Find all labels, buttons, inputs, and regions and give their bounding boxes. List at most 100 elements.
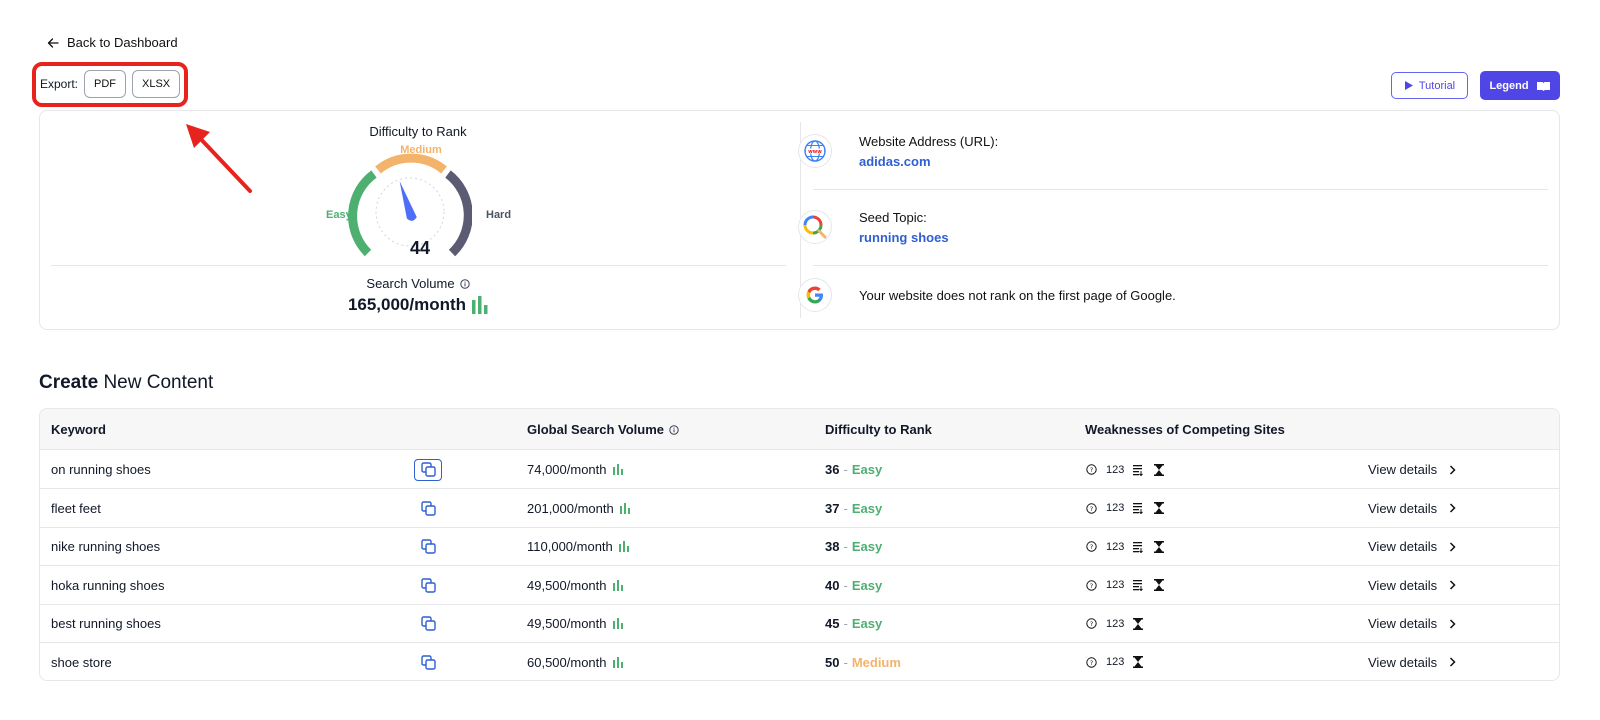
hourglass-icon	[1154, 463, 1165, 476]
info-icon[interactable]	[459, 278, 470, 289]
svg-text:www: www	[808, 149, 822, 155]
question-icon: ?	[1086, 618, 1097, 629]
difficulty-separator: -	[843, 616, 848, 631]
volume-value: 49,500/month	[527, 616, 607, 631]
difficulty-level: Easy	[851, 539, 883, 554]
weaknesses-cell: ? 123	[1086, 527, 1165, 566]
view-details-link[interactable]: View details	[1368, 604, 1456, 643]
card-divider	[813, 189, 1548, 190]
view-details-label: View details	[1368, 577, 1438, 593]
copy-button[interactable]	[414, 458, 442, 481]
chevron-right-icon	[1450, 618, 1456, 629]
copy-button[interactable]	[414, 497, 442, 519]
section-title-rest: New Content	[103, 372, 214, 393]
bar-chart-icon	[618, 541, 629, 552]
view-details-link[interactable]: View details	[1368, 643, 1456, 681]
bar-chart-icon	[472, 296, 488, 314]
table-row: hoka running shoes 49,500/month 40 - Eas…	[40, 566, 1559, 605]
table-row: fleet feet 201,000/month 37 - Easy ? 123…	[40, 489, 1559, 528]
copy-icon	[420, 500, 436, 516]
chevron-right-icon	[1450, 464, 1456, 475]
header-weaknesses: Weaknesses of Competing Sites	[1085, 422, 1285, 437]
difficulty-score: 50	[825, 654, 840, 670]
bar-chart-icon	[612, 656, 623, 668]
info-icon[interactable]	[669, 424, 679, 435]
tutorial-label: Tutorial	[1418, 79, 1456, 92]
volume-value: 110,000/month	[527, 539, 613, 554]
search-volume-value-row: 165,000/month	[318, 295, 518, 315]
copy-icon	[420, 577, 436, 593]
tutorial-button[interactable]: Tutorial	[1391, 72, 1468, 99]
text-lines-icon	[1133, 580, 1144, 591]
weaknesses-cell: ? 123	[1086, 450, 1165, 489]
difficulty-cell: 37 - Easy	[825, 489, 882, 528]
chevron-right-icon	[1450, 580, 1456, 590]
header-volume: Global Search Volume	[527, 422, 665, 437]
table-row: nike running shoes 110,000/month 38 - Ea…	[40, 527, 1559, 566]
difficulty-score: 44	[409, 238, 431, 258]
copy-icon	[420, 616, 436, 631]
table-row: best running shoes 49,500/month 45 - Eas…	[40, 604, 1559, 643]
weaknesses-cell: ? 123	[1086, 489, 1165, 528]
globe-www-icon: www	[798, 134, 832, 168]
gauge-medium-label: Medium	[400, 144, 442, 156]
search-volume-label: Search Volume	[366, 276, 455, 291]
svg-text:?: ?	[1090, 620, 1093, 628]
header-volume-cell: Global Search Volume	[527, 422, 679, 437]
back-to-dashboard-link[interactable]: Back to Dashboard	[47, 35, 178, 50]
hourglass-icon	[1154, 579, 1165, 591]
copy-button[interactable]	[414, 651, 442, 673]
play-icon	[1404, 81, 1413, 90]
difficulty-separator: -	[843, 654, 848, 670]
hourglass-icon	[1154, 540, 1165, 553]
difficulty-cell: 36 - Easy	[825, 450, 882, 489]
difficulty-separator: -	[843, 462, 848, 477]
copy-button[interactable]	[414, 574, 442, 596]
bar-chart-icon	[619, 502, 630, 514]
keyword-cell: shoe store	[51, 654, 112, 670]
difficulty-level: Easy	[851, 616, 883, 631]
volume-cell: 49,500/month	[527, 566, 623, 605]
difficulty-score: 45	[825, 616, 840, 631]
svg-text:?: ?	[1090, 466, 1093, 474]
website-value[interactable]: adidas.com	[859, 154, 931, 169]
view-details-link[interactable]: View details	[1368, 566, 1456, 605]
website-label: Website Address (URL):	[859, 134, 999, 149]
view-details-link[interactable]: View details	[1368, 450, 1456, 489]
back-label: Back to Dashboard	[67, 35, 178, 50]
view-details-link[interactable]: View details	[1368, 527, 1456, 566]
copy-icon	[420, 654, 436, 670]
google-rank-status: Your website does not rank on the first …	[859, 288, 1176, 303]
weakness-number: 123	[1106, 502, 1125, 514]
copy-cell	[414, 527, 442, 566]
hourglass-icon	[1133, 617, 1144, 630]
keyword-cell: fleet feet	[51, 500, 101, 516]
difficulty-level: Easy	[851, 462, 883, 477]
view-details-link[interactable]: View details	[1368, 489, 1456, 528]
book-icon	[1536, 81, 1550, 91]
section-title-bold: Create	[39, 372, 99, 393]
volume-cell: 110,000/month	[527, 527, 629, 566]
seed-topic-value[interactable]: running shoes	[859, 230, 949, 245]
difficulty-score: 37	[825, 500, 840, 516]
copy-button[interactable]	[414, 536, 442, 558]
difficulty-score: 40	[825, 577, 840, 593]
volume-cell: 60,500/month	[527, 643, 623, 681]
copy-cell	[414, 450, 442, 489]
legend-button[interactable]: Legend	[1480, 71, 1560, 100]
google-icon	[798, 278, 832, 312]
copy-icon	[420, 462, 436, 477]
keyword-cell: best running shoes	[51, 616, 161, 631]
weakness-number: 123	[1106, 540, 1125, 553]
volume-value: 74,000/month	[527, 462, 607, 477]
svg-text:?: ?	[1090, 582, 1093, 590]
header-keyword: Keyword	[51, 422, 106, 437]
difficulty-separator: -	[843, 500, 848, 516]
weakness-number: 123	[1106, 579, 1125, 591]
difficulty-separator: -	[843, 539, 848, 554]
difficulty-cell: 38 - Easy	[825, 527, 882, 566]
legend-label: Legend	[1489, 79, 1529, 92]
view-details-label: View details	[1368, 539, 1438, 554]
copy-button[interactable]	[414, 613, 442, 635]
volume-cell: 74,000/month	[527, 450, 623, 489]
